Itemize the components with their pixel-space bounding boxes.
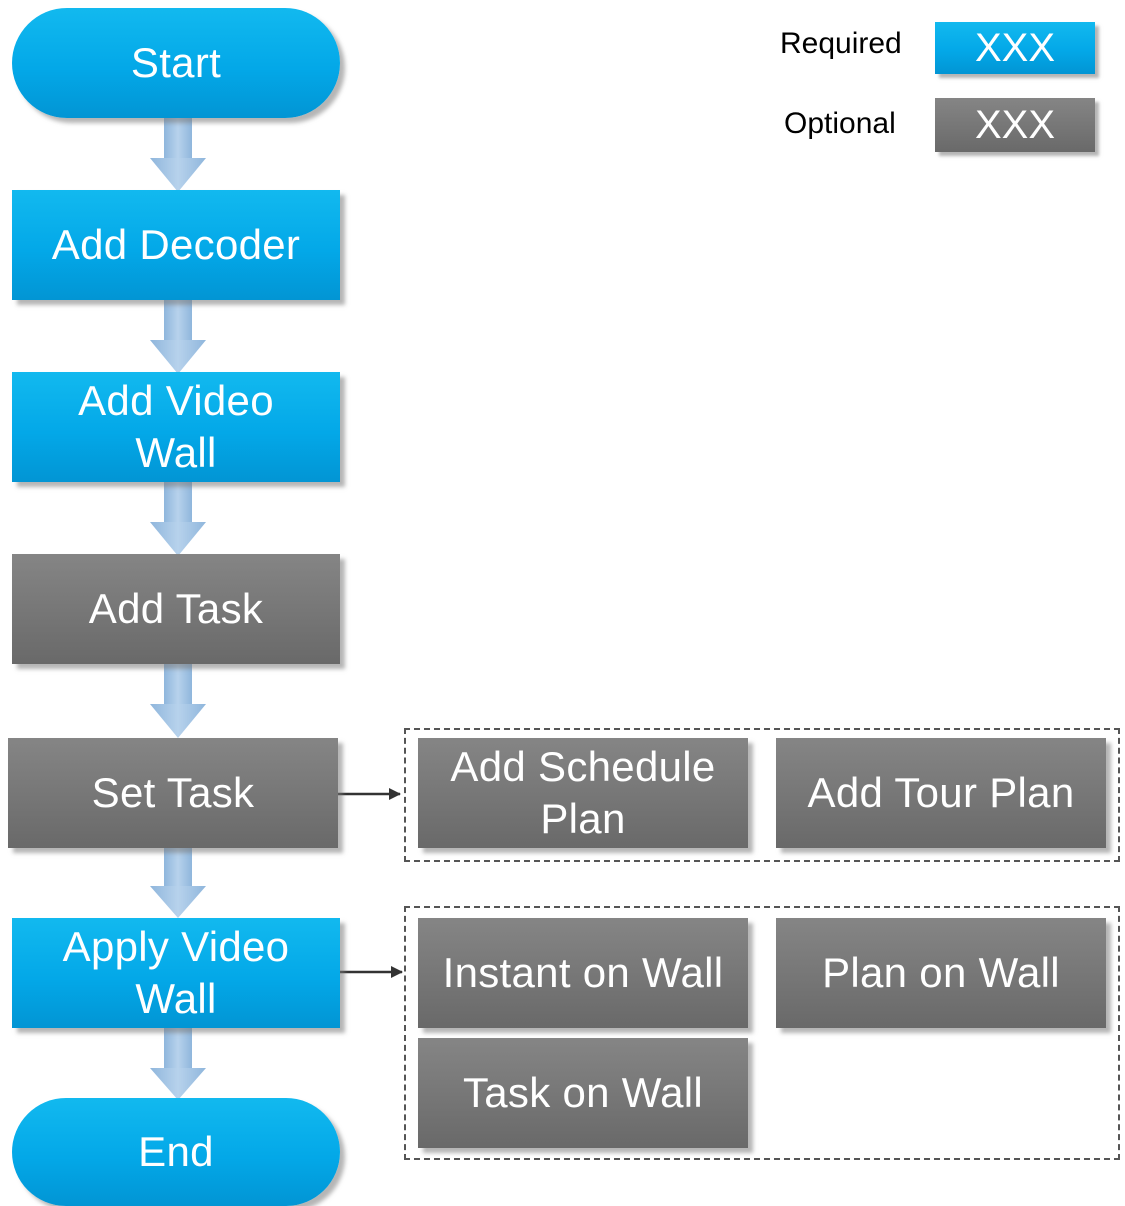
legend-required-box: XXX [935, 22, 1095, 74]
add-decoder-node: Add Decoder [12, 190, 340, 300]
flow-arrow-settask-to-apply [150, 848, 206, 918]
flow-arrow-start-to-decoder [150, 118, 206, 192]
legend-optional-label: Optional [784, 107, 896, 140]
flow-arrow-apply-to-end [150, 1028, 206, 1100]
flow-arrow-videowall-to-addtask [150, 482, 206, 556]
flow-arrow-decoder-to-videowall [150, 300, 206, 374]
flow-arrow-addtask-to-settask [150, 664, 206, 738]
apply-video-wall-node: Apply Video Wall [12, 918, 340, 1028]
add-tour-plan-node: Add Tour Plan [776, 738, 1106, 848]
legend-required-label: Required [780, 27, 902, 60]
add-video-wall-node: Add Video Wall [12, 372, 340, 482]
instant-on-wall-node: Instant on Wall [418, 918, 748, 1028]
legend-optional-box: XXX [935, 98, 1095, 152]
set-task-node: Set Task [8, 738, 338, 848]
add-schedule-plan-node: Add Schedule Plan [418, 738, 748, 848]
start-node: Start [12, 8, 340, 118]
plan-on-wall-node: Plan on Wall [776, 918, 1106, 1028]
add-task-node: Add Task [12, 554, 340, 664]
end-node: End [12, 1098, 340, 1206]
task-on-wall-node: Task on Wall [418, 1038, 748, 1148]
